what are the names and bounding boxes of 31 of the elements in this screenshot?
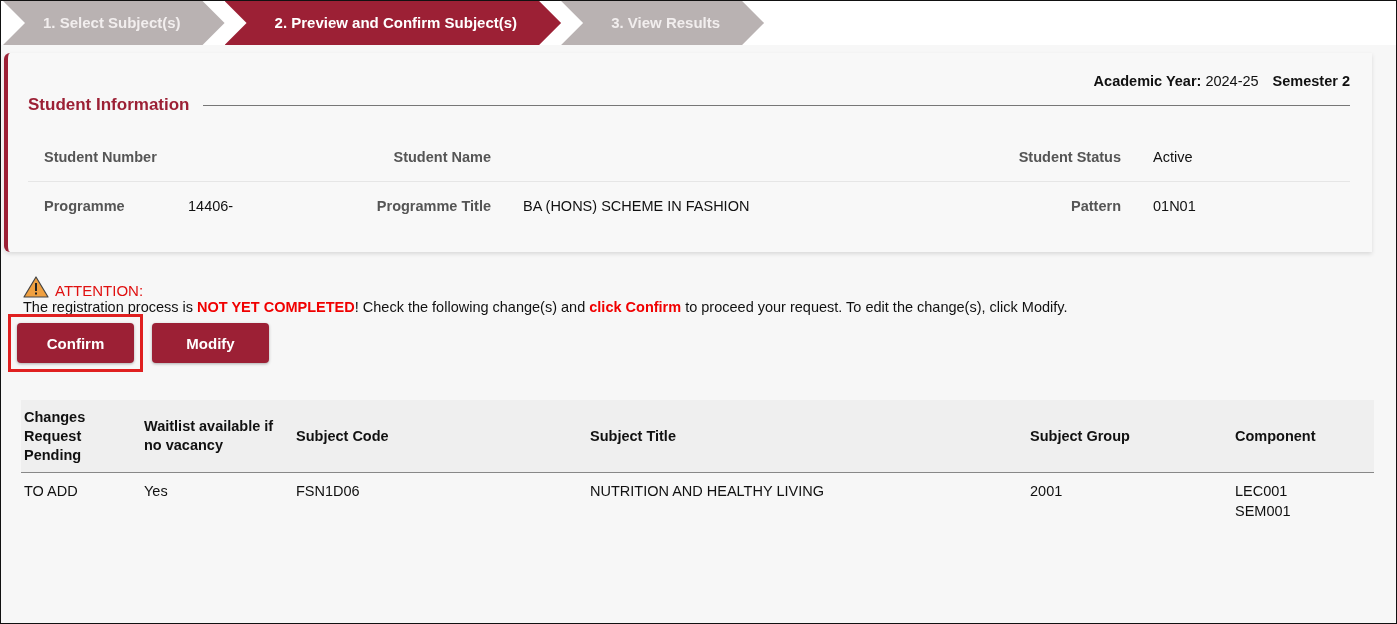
field-label: Programme Title xyxy=(376,198,491,214)
action-button[interactable]: Confirm xyxy=(17,323,134,363)
field-label: Student Name xyxy=(393,149,491,165)
table-cell-text: Yes xyxy=(143,482,169,501)
attention-message: The registration process is NOT YET COMPLETED! Check the following change(s) and click Confirm to proceed your request. To edit the change(s), click Modify. xyxy=(23,299,1069,315)
field-value: Active xyxy=(1153,149,1193,165)
attention-title: ATTENTION: xyxy=(55,282,144,299)
column-header: Changes Request Pending xyxy=(23,407,87,465)
column-header: Subject Code xyxy=(295,426,390,446)
column-header: Subject Title xyxy=(589,426,677,446)
table-cell-text: TO ADD xyxy=(23,482,79,501)
table-cell-text: LEC001 SEM001 xyxy=(1234,482,1292,521)
table-cell-text: FSN1D06 xyxy=(295,482,361,501)
field-label: Student Status xyxy=(1018,149,1121,165)
warning-icon xyxy=(23,275,49,298)
table-cell-text: NUTRITION AND HEALTHY LIVING xyxy=(589,482,825,501)
academic-year-text: Academic Year: 2024-25 xyxy=(1093,73,1259,89)
action-button[interactable]: Modify xyxy=(152,323,269,363)
step-tab[interactable]: 2. Preview and Confirm Subject(s) xyxy=(224,1,562,45)
field-value: 14406- xyxy=(188,198,234,214)
section-title: Student Information xyxy=(28,95,190,115)
column-header: Waitlist available if no vacancy xyxy=(143,417,275,455)
column-header: Subject Group xyxy=(1029,426,1131,446)
field-value: 01N01 xyxy=(1153,198,1196,214)
field-value: BA (HONS) SCHEME IN FASHION xyxy=(523,198,750,214)
table-cell-text: 2001 xyxy=(1029,482,1064,501)
field-label: Pattern xyxy=(1071,198,1121,214)
field-label: Programme xyxy=(44,198,125,214)
column-header: Component xyxy=(1234,426,1317,446)
semester-text: Semester 2 xyxy=(1272,73,1350,89)
field-label: Student Number xyxy=(44,149,157,165)
